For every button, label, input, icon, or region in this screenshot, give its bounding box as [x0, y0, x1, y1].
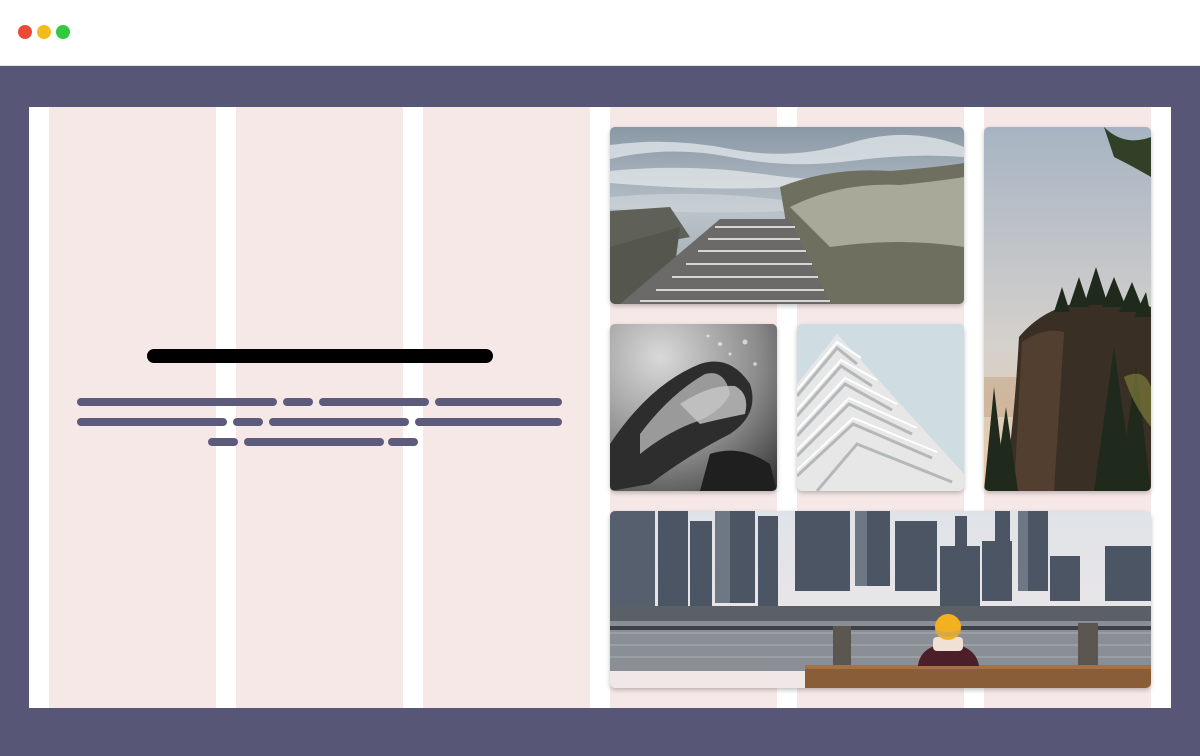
close-button[interactable] [18, 25, 32, 39]
text-placeholder-line [388, 438, 418, 446]
text-placeholder-line [244, 438, 384, 446]
text-placeholder-line [319, 398, 429, 406]
grid-column [423, 107, 590, 708]
text-placeholder-line [233, 418, 263, 426]
text-placeholder-line [283, 398, 313, 406]
text-placeholder-line [435, 398, 562, 406]
browser-window [0, 0, 1200, 756]
underwater-swimmer-photo [610, 324, 777, 491]
text-placeholder-line [269, 418, 409, 426]
city-skyline-waterfront-photo [610, 511, 1151, 688]
grid-column [236, 107, 403, 708]
text-placeholder-line [208, 438, 238, 446]
layout-canvas [29, 107, 1171, 708]
white-building-facade-photo [797, 324, 964, 491]
grid-column [49, 107, 216, 708]
minimize-button[interactable] [37, 25, 51, 39]
title-bar [0, 0, 1200, 66]
text-placeholder-line [77, 418, 227, 426]
maximize-button[interactable] [56, 25, 70, 39]
boardwalk-to-sea-photo [610, 127, 964, 304]
cliff-with-pine-trees-photo [984, 127, 1151, 491]
text-placeholder-line [77, 398, 277, 406]
page-frame [0, 66, 1200, 756]
text-placeholder-line [415, 418, 562, 426]
headline-placeholder [147, 349, 493, 363]
